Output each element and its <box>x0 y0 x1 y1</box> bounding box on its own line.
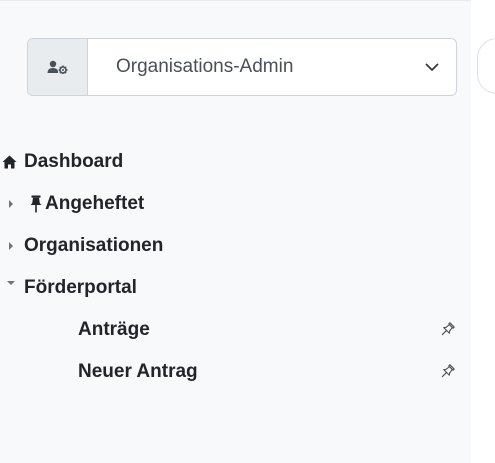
caret-right-icon <box>8 241 14 251</box>
nav-item-pinned[interactable]: Angeheftet <box>0 183 471 225</box>
role-selector[interactable]: Organisations-Admin <box>27 38 457 96</box>
pin-outline-icon[interactable] <box>439 322 455 338</box>
nav-subitem-antraege[interactable]: Anträge <box>0 309 471 351</box>
user-gear-icon <box>28 39 88 95</box>
nav-subitem-neuer-antrag[interactable]: Neuer Antrag <box>0 351 471 393</box>
caret-right-icon <box>8 199 14 209</box>
nav-subitem-label: Anträge <box>78 319 150 340</box>
nav-label-dashboard: Dashboard <box>24 151 124 172</box>
role-selected-value: Organisations-Admin <box>116 56 294 77</box>
collapse-toggle-button[interactable] <box>477 38 495 94</box>
nav-label-pinned: Angeheftet <box>45 193 145 214</box>
nav-item-foerderportal[interactable]: Förderportal <box>0 267 471 309</box>
pin-icon <box>30 195 42 213</box>
chevron-down-icon <box>408 39 456 95</box>
sidebar-panel: Organisations-Admin Dashboard Angeheftet… <box>0 0 471 463</box>
pin-outline-icon[interactable] <box>439 364 455 380</box>
nav-subitem-label: Neuer Antrag <box>78 361 198 382</box>
nav-label-foerderportal: Förderportal <box>24 277 137 298</box>
caret-down-icon <box>6 280 16 286</box>
nav-label-organisations: Organisationen <box>24 235 164 256</box>
sidebar-nav: Dashboard Angeheftet Organisationen Förd… <box>0 141 471 393</box>
home-icon <box>2 155 17 169</box>
nav-item-dashboard[interactable]: Dashboard <box>0 141 471 183</box>
nav-item-organisations[interactable]: Organisationen <box>0 225 471 267</box>
